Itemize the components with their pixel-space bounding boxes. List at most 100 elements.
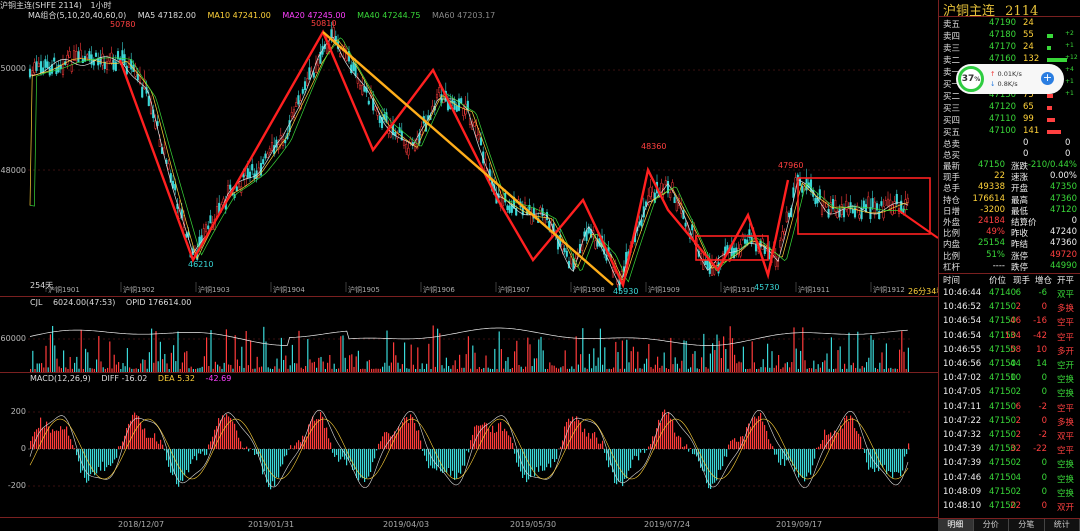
macd-bar [858, 433, 860, 449]
candle-body [435, 94, 439, 99]
boost-plus-icon[interactable]: + [1041, 72, 1054, 85]
price-chart[interactable]: 50780 46210 50810 48360 45930 45730 47960 沪铜190… [28, 20, 938, 296]
tick-type: 双平 [1057, 432, 1075, 442]
ob-level: 卖四 [943, 32, 961, 42]
volume-bar [753, 362, 755, 372]
volume-bar [217, 364, 219, 372]
tick-change: 0 [1041, 501, 1047, 511]
volume-bar [837, 350, 839, 372]
order-book-row[interactable]: 买三 47120 65 [939, 102, 1080, 114]
macd-bar [502, 430, 504, 449]
contract-label: 沪铜1903 [198, 285, 230, 294]
macd-bar [334, 449, 336, 457]
tick-row[interactable]: 10:48:10 47150 22 0 双开 [939, 501, 1080, 513]
volume-bar [514, 351, 516, 372]
order-book-row[interactable]: 买四 47110 99 [939, 114, 1080, 126]
tick-row[interactable]: 10:47:32 47150 2 -2 双平 [939, 430, 1080, 442]
volume-bar [505, 360, 507, 372]
macd-bar [216, 425, 218, 449]
tick-row[interactable]: 10:47:39 47150 2 0 空换 [939, 458, 1080, 470]
volume-bar [857, 331, 859, 372]
tick-row[interactable]: 10:46:55 47150 58 10 多开 [939, 345, 1080, 357]
tick-row[interactable]: 10:47:05 47150 2 0 空换 [939, 387, 1080, 399]
stats-row: 最新 47150 涨跌 -210/0.44% [939, 160, 1080, 172]
candle-body [237, 183, 241, 188]
macd-bar [650, 443, 652, 449]
volume-bar [771, 351, 773, 372]
macd-bar [608, 449, 610, 468]
tick-row[interactable]: 10:46:56 47150 44 14 空开 [939, 359, 1080, 371]
macd-label[interactable]: MACD(12,26,9) [30, 374, 91, 383]
macd-bar [824, 429, 826, 449]
volume-bar [441, 365, 443, 372]
volume-bar [648, 344, 650, 372]
macd-bar [148, 437, 150, 449]
candle-body [884, 200, 887, 206]
ob-change: +1 [1065, 90, 1074, 97]
tick-row[interactable]: 10:47:02 47150 10 0 空换 [939, 373, 1080, 385]
candle-body [594, 240, 597, 249]
ma5-value: MA5 47182.00 [137, 11, 196, 20]
tick-row[interactable]: 10:47:11 47150 6 -2 空平 [939, 402, 1080, 414]
tick-time: 10:46:52 [943, 302, 982, 313]
macd-bar [176, 449, 178, 485]
volume-bar [118, 362, 120, 372]
tick-time: 10:48:10 [943, 501, 982, 511]
macd-bar [488, 428, 490, 449]
macd-bar [776, 449, 778, 455]
macd-bar [324, 428, 326, 449]
volume-chart[interactable] [28, 307, 912, 372]
tab-trades[interactable]: 分笔 [1009, 519, 1045, 531]
tab-statistics[interactable]: 统计 [1045, 519, 1080, 531]
ma-group-label[interactable]: MA组合(5,10,20,40,60,0) [28, 11, 126, 20]
order-book-row[interactable]: 卖三 47170 24 +1 [939, 42, 1080, 54]
macd-bar [200, 449, 202, 454]
tab-detail[interactable]: 明细 [938, 519, 974, 531]
order-book-row[interactable]: 买五 47100 141 [939, 126, 1080, 138]
tick-row[interactable]: 10:47:46 47150 4 0 空换 [939, 473, 1080, 485]
tab-price-distribution[interactable]: 分价 [974, 519, 1009, 531]
candle-body [262, 159, 265, 165]
stat-label: 杠杆 [943, 262, 961, 273]
tick-volume: 10 [1010, 373, 1021, 384]
macd-bar [446, 449, 448, 473]
candle-body [851, 209, 854, 214]
volume-bar [410, 344, 412, 372]
macd-chart[interactable] [28, 383, 912, 516]
macd-bar [332, 449, 334, 453]
candle-body [453, 100, 456, 110]
volume-bar [63, 350, 65, 372]
candlesticks [28, 21, 909, 294]
tick-change: 0 [1041, 373, 1047, 384]
tick-row[interactable]: 10:46:52 47150 2 0 多换 [939, 302, 1080, 314]
macd-bar [870, 449, 872, 468]
macd-bar [38, 427, 40, 449]
tick-row[interactable]: 10:46:44 47140 6 -6 双平 [939, 288, 1080, 300]
tick-row[interactable]: 10:46:54 47150 46 -16 空平 [939, 316, 1080, 328]
order-book-row[interactable]: 卖四 47180 55 +2 [939, 30, 1080, 42]
candle-body [539, 207, 542, 213]
macd-bar [688, 449, 690, 452]
macd-bar [234, 423, 236, 449]
tick-type: 双平 [1057, 290, 1075, 300]
stat-value-2: -210/0.44% [1027, 160, 1077, 170]
tick-row[interactable]: 10:47:39 47150 32 -22 空平 [939, 444, 1080, 456]
volume-bar [850, 365, 852, 372]
macd-bar [34, 431, 36, 449]
candle-body [563, 248, 566, 253]
macd-bar [856, 431, 858, 449]
volume-value: 6024.00(47:53) [52, 298, 116, 307]
order-book-row[interactable]: 卖五 47190 24 [939, 18, 1080, 30]
period-selector[interactable]: 1小时 [90, 1, 111, 10]
tick-row[interactable]: 10:47:22 47150 2 0 多换 [939, 416, 1080, 428]
volume-label[interactable]: CJL [30, 298, 42, 307]
volume-bar [265, 341, 267, 372]
macd-bar [462, 449, 464, 466]
tick-row[interactable]: 10:46:54 47150 134 -42 空平 [939, 331, 1080, 343]
tick-row[interactable]: 10:48:09 47150 2 0 空换 [939, 487, 1080, 499]
macd-bar [524, 449, 526, 475]
macd-bar [442, 449, 444, 473]
volume-bar [206, 337, 208, 372]
macd-bar [842, 428, 844, 449]
macd-bar [112, 449, 114, 464]
